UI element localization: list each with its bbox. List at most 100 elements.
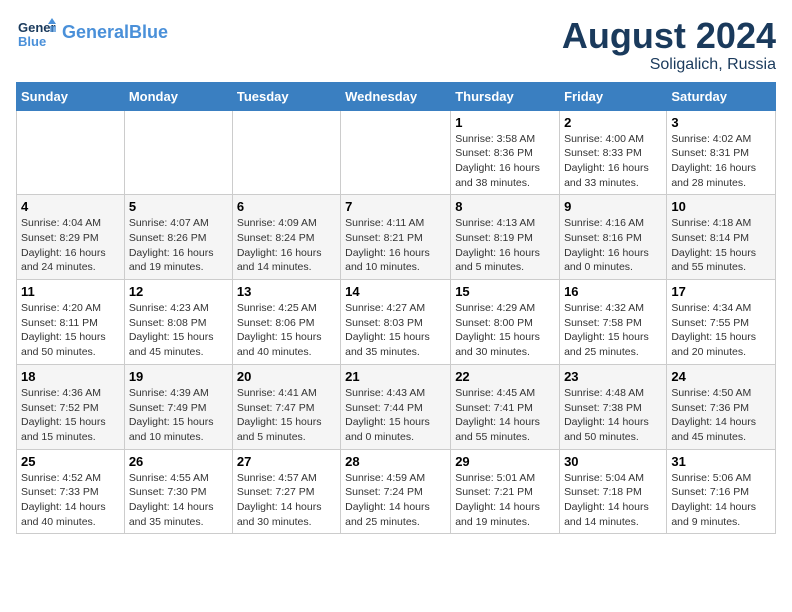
day-number: 22 [455,369,555,384]
day-info: Sunrise: 4:59 AM Sunset: 7:24 PM Dayligh… [345,471,446,530]
calendar-cell: 15 Sunrise: 4:29 AM Sunset: 8:00 PM Dayli… [451,280,560,365]
day-number: 21 [345,369,446,384]
day-info: Sunrise: 4:20 AM Sunset: 8:11 PM Dayligh… [21,301,120,360]
calendar-cell: 9Sunrise: 4:16 AM Sunset: 8:16 PM Daylig… [560,195,667,280]
day-info: Sunrise: 4:23 AM Sunset: 8:08 PM Dayligh… [129,301,228,360]
day-info: Sunrise: 4:48 AM Sunset: 7:38 PM Dayligh… [564,386,662,445]
day-number: 19 [129,369,228,384]
calendar-cell: 5 Sunrise: 4:07 AM Sunset: 8:26 PM Daylig… [124,195,232,280]
calendar-cell: 18Sunrise: 4:36 AM Sunset: 7:52 PM Dayli… [17,364,125,449]
day-number: 29 [455,454,555,469]
day-number: 15 [455,284,555,299]
day-info: Sunrise: 4:27 AM Sunset: 8:03 PM Dayligh… [345,301,446,360]
calendar-week-row: 25 Sunrise: 4:52 AM Sunset: 7:33 PM Dayli… [17,449,776,534]
day-info: Sunrise: 5:01 AM Sunset: 7:21 PM Dayligh… [455,471,555,530]
calendar-cell: 30 Sunrise: 5:04 AM Sunset: 7:18 PM Dayli… [560,449,667,534]
day-number: 6 [237,199,336,214]
calendar-cell: 29 Sunrise: 5:01 AM Sunset: 7:21 PM Dayli… [451,449,560,534]
day-number: 24 [671,369,771,384]
day-number: 1 [455,115,555,130]
day-number: 26 [129,454,228,469]
weekday-header-wednesday: Wednesday [341,82,451,110]
calendar-week-row: 4Sunrise: 4:04 AM Sunset: 8:29 PM Daylig… [17,195,776,280]
day-number: 17 [671,284,771,299]
day-number: 8 [455,199,555,214]
calendar-cell [341,110,451,195]
day-number: 7 [345,199,446,214]
weekday-header-friday: Friday [560,82,667,110]
calendar-cell: 27Sunrise: 4:57 AM Sunset: 7:27 PM Dayli… [232,449,340,534]
calendar-cell: 28 Sunrise: 4:59 AM Sunset: 7:24 PM Dayli… [341,449,451,534]
day-number: 25 [21,454,120,469]
calendar-cell: 19Sunrise: 4:39 AM Sunset: 7:49 PM Dayli… [124,364,232,449]
weekday-header-row: SundayMondayTuesdayWednesdayThursdayFrid… [17,82,776,110]
day-info: Sunrise: 4:32 AM Sunset: 7:58 PM Dayligh… [564,301,662,360]
day-number: 3 [671,115,771,130]
weekday-header-monday: Monday [124,82,232,110]
day-info: Sunrise: 4:41 AM Sunset: 7:47 PM Dayligh… [237,386,336,445]
day-info: Sunrise: 4:29 AM Sunset: 8:00 PM Dayligh… [455,301,555,360]
calendar-cell: 20 Sunrise: 4:41 AM Sunset: 7:47 PM Dayli… [232,364,340,449]
weekday-header-thursday: Thursday [451,82,560,110]
calendar-table: SundayMondayTuesdayWednesdayThursdayFrid… [16,82,776,535]
day-info: Sunrise: 4:13 AM Sunset: 8:19 PM Dayligh… [455,216,555,275]
day-number: 11 [21,284,120,299]
day-number: 12 [129,284,228,299]
day-number: 18 [21,369,120,384]
day-info: Sunrise: 4:09 AM Sunset: 8:24 PM Dayligh… [237,216,336,275]
calendar-cell: 31Sunrise: 5:06 AM Sunset: 7:16 PM Dayli… [667,449,776,534]
day-info: Sunrise: 4:04 AM Sunset: 8:29 PM Dayligh… [21,216,120,275]
day-info: Sunrise: 4:25 AM Sunset: 8:06 PM Dayligh… [237,301,336,360]
calendar-cell: 14 Sunrise: 4:27 AM Sunset: 8:03 PM Dayli… [341,280,451,365]
day-number: 23 [564,369,662,384]
day-info: Sunrise: 4:00 AM Sunset: 8:33 PM Dayligh… [564,132,662,191]
calendar-cell: 7 Sunrise: 4:11 AM Sunset: 8:21 PM Daylig… [341,195,451,280]
day-info: Sunrise: 4:45 AM Sunset: 7:41 PM Dayligh… [455,386,555,445]
day-number: 10 [671,199,771,214]
logo-text-line1: GeneralBlue [62,22,168,44]
day-info: Sunrise: 4:02 AM Sunset: 8:31 PM Dayligh… [671,132,771,191]
calendar-cell [17,110,125,195]
calendar-title: August 2024 [562,16,776,56]
day-number: 2 [564,115,662,130]
day-info: Sunrise: 4:52 AM Sunset: 7:33 PM Dayligh… [21,471,120,530]
day-number: 30 [564,454,662,469]
calendar-cell: 16 Sunrise: 4:32 AM Sunset: 7:58 PM Dayli… [560,280,667,365]
calendar-cell: 8 Sunrise: 4:13 AM Sunset: 8:19 PM Daylig… [451,195,560,280]
weekday-header-sunday: Sunday [17,82,125,110]
calendar-week-row: 1 Sunrise: 3:58 AM Sunset: 8:36 PM Daylig… [17,110,776,195]
calendar-cell: 23 Sunrise: 4:48 AM Sunset: 7:38 PM Dayli… [560,364,667,449]
day-number: 28 [345,454,446,469]
day-info: Sunrise: 4:11 AM Sunset: 8:21 PM Dayligh… [345,216,446,275]
day-number: 16 [564,284,662,299]
weekday-header-saturday: Saturday [667,82,776,110]
calendar-cell: 1 Sunrise: 3:58 AM Sunset: 8:36 PM Daylig… [451,110,560,195]
calendar-subtitle: Soligalich, Russia [562,56,776,74]
calendar-cell: 25 Sunrise: 4:52 AM Sunset: 7:33 PM Dayli… [17,449,125,534]
calendar-cell: 12 Sunrise: 4:23 AM Sunset: 8:08 PM Dayli… [124,280,232,365]
calendar-cell: 17Sunrise: 4:34 AM Sunset: 7:55 PM Dayli… [667,280,776,365]
logo-icon: General Blue [16,16,56,50]
day-number: 5 [129,199,228,214]
day-number: 14 [345,284,446,299]
calendar-week-row: 18Sunrise: 4:36 AM Sunset: 7:52 PM Dayli… [17,364,776,449]
calendar-cell [232,110,340,195]
calendar-cell: 11 Sunrise: 4:20 AM Sunset: 8:11 PM Dayli… [17,280,125,365]
calendar-cell: 22 Sunrise: 4:45 AM Sunset: 7:41 PM Dayli… [451,364,560,449]
day-number: 20 [237,369,336,384]
day-info: Sunrise: 4:55 AM Sunset: 7:30 PM Dayligh… [129,471,228,530]
calendar-cell: 24Sunrise: 4:50 AM Sunset: 7:36 PM Dayli… [667,364,776,449]
logo: General Blue GeneralBlue [16,16,168,50]
page-header: General Blue GeneralBlue August 2024 Sol… [16,16,776,74]
calendar-cell [124,110,232,195]
day-info: Sunrise: 4:16 AM Sunset: 8:16 PM Dayligh… [564,216,662,275]
day-number: 31 [671,454,771,469]
day-info: Sunrise: 5:04 AM Sunset: 7:18 PM Dayligh… [564,471,662,530]
calendar-cell: 21Sunrise: 4:43 AM Sunset: 7:44 PM Dayli… [341,364,451,449]
day-info: Sunrise: 4:57 AM Sunset: 7:27 PM Dayligh… [237,471,336,530]
calendar-cell: 10 Sunrise: 4:18 AM Sunset: 8:14 PM Dayli… [667,195,776,280]
day-info: Sunrise: 4:18 AM Sunset: 8:14 PM Dayligh… [671,216,771,275]
day-info: Sunrise: 3:58 AM Sunset: 8:36 PM Dayligh… [455,132,555,191]
day-info: Sunrise: 4:07 AM Sunset: 8:26 PM Dayligh… [129,216,228,275]
calendar-cell: 4Sunrise: 4:04 AM Sunset: 8:29 PM Daylig… [17,195,125,280]
